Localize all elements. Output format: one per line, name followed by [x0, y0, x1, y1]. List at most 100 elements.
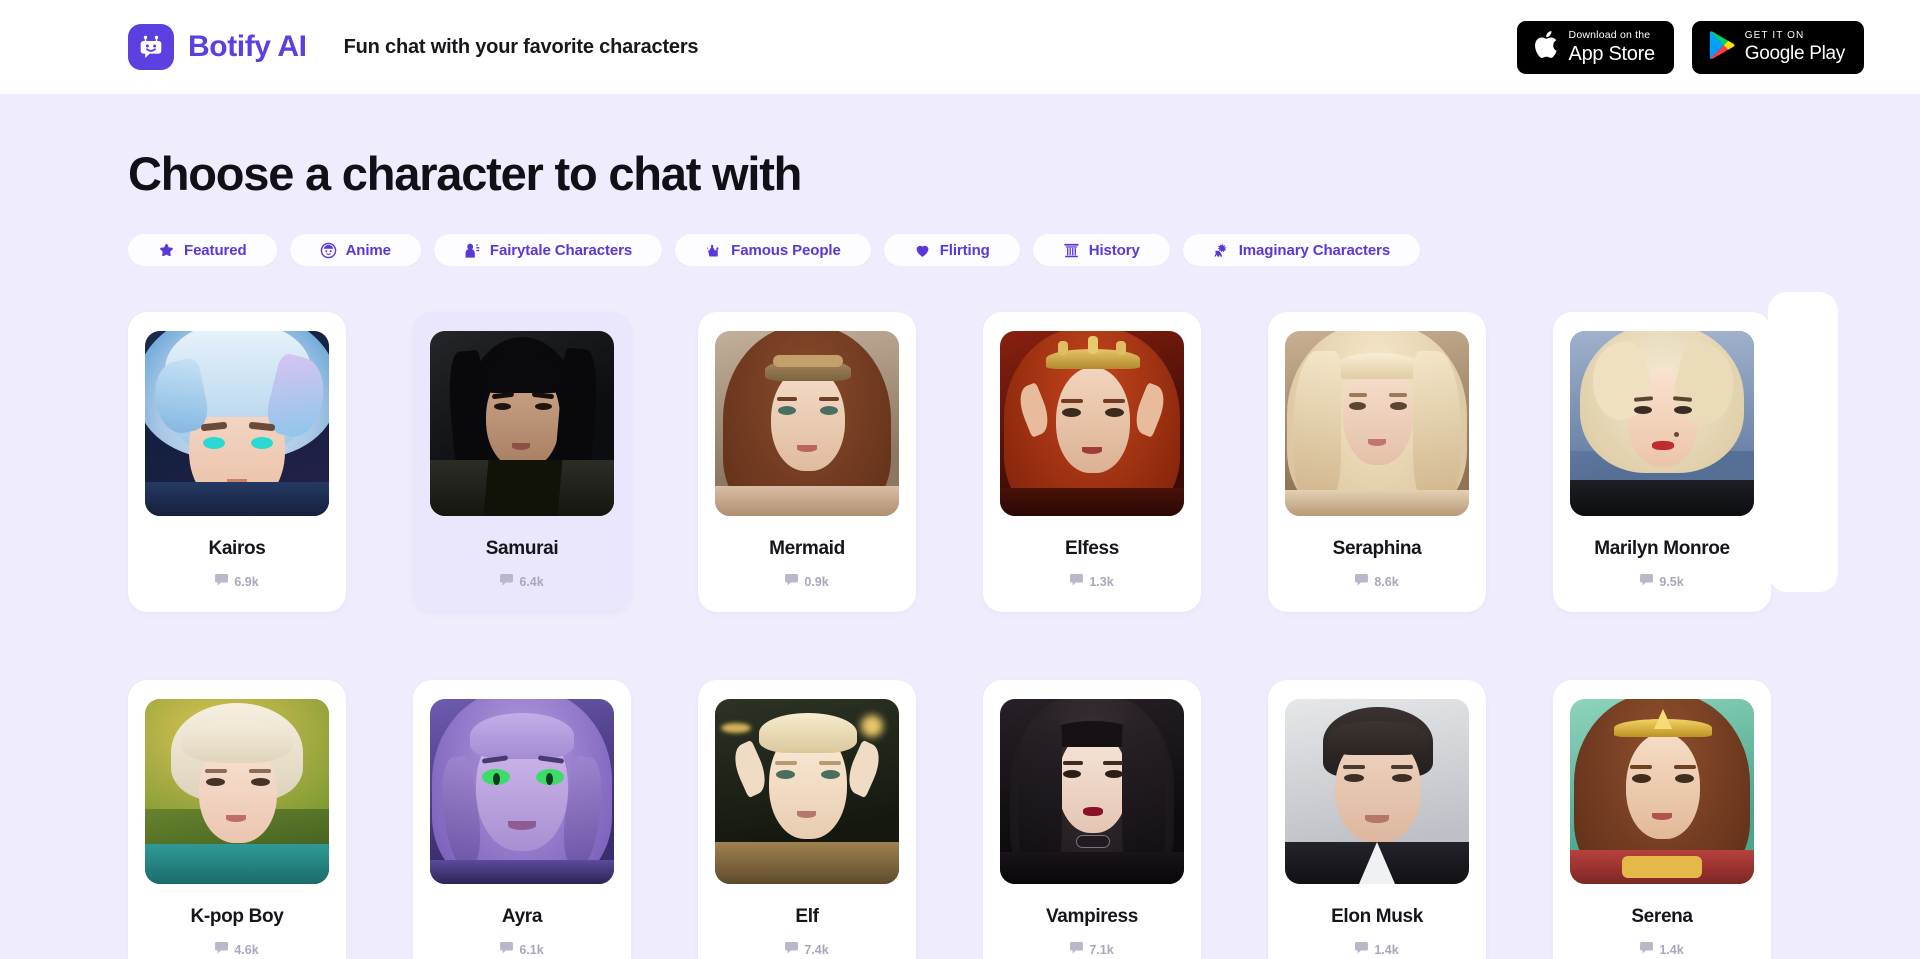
chat-count-value: 6.9k: [234, 574, 259, 589]
tab-label: Fairytale Characters: [489, 241, 633, 259]
character-name: Seraphina: [1332, 538, 1422, 559]
chat-bubble-icon: [1640, 942, 1654, 957]
character-avatar: [715, 699, 899, 884]
google-play-button[interactable]: GET IT ON Google Play: [1691, 20, 1864, 74]
character-avatar: [430, 699, 614, 884]
character-card[interactable]: Samurai 6.4k: [413, 312, 631, 612]
chat-count-value: 9.5k: [1659, 574, 1684, 589]
site-tagline: Fun chat with your favorite characters: [343, 35, 699, 58]
character-card[interactable]: Elon Musk 1.4k: [1268, 680, 1486, 959]
character-card[interactable]: Elf 7.4k: [698, 680, 916, 959]
chat-bubble-icon: [500, 574, 514, 589]
chat-count: 9.5k: [1640, 574, 1684, 589]
character-name: Elfess: [1065, 538, 1119, 559]
brand-logo[interactable]: Botify AI: [128, 24, 307, 70]
character-card[interactable]: Marilyn Monroe 9.5k: [1553, 312, 1771, 612]
character-card[interactable]: Seraphina 8.6k: [1268, 312, 1486, 612]
character-name: Samurai: [485, 538, 559, 559]
main-content: Choose a character to chat with Featured…: [0, 146, 1920, 959]
character-name: Elon Musk: [1331, 906, 1423, 927]
chat-count: 7.4k: [785, 942, 829, 957]
heart-icon: [914, 242, 931, 259]
tab-famous-people[interactable]: Famous People: [675, 234, 871, 266]
category-tabs: Featured Anime Fairytale Characters Famous …: [128, 234, 1920, 266]
character-card[interactable]: Vampiress 7.1k: [983, 680, 1201, 959]
app-store-button[interactable]: Download on the App Store: [1516, 20, 1674, 74]
chat-bubble-icon: [785, 574, 799, 589]
character-avatar: [430, 331, 614, 516]
character-name: Serena: [1631, 906, 1693, 927]
chat-bubble-icon: [1070, 574, 1084, 589]
chat-bubble-icon: [1640, 574, 1654, 589]
character-avatar: [715, 331, 899, 516]
character-avatar: [145, 699, 329, 884]
google-play-icon: [1708, 30, 1735, 65]
character-grid: Kairos 6.9k Samurai 6.4k Mermaid 0.9k El…: [128, 312, 1908, 959]
chat-count: 6.9k: [215, 574, 259, 589]
store-badges: Download on the App Store GET IT ON Goog…: [1516, 20, 1864, 74]
robot-chat-bubble-icon: [128, 24, 174, 70]
character-card[interactable]: K-pop Boy 4.6k: [128, 680, 346, 959]
chat-bubble-icon: [1070, 942, 1084, 957]
app-store-label: App Store: [1568, 42, 1656, 65]
chat-count-value: 1.3k: [1089, 574, 1114, 589]
google-play-caption: GET IT ON: [1744, 30, 1805, 41]
app-store-caption: Download on the: [1568, 29, 1651, 42]
chat-count: 4.6k: [215, 942, 259, 957]
page-root: Botify AI Fun chat with your favorite ch…: [0, 0, 1920, 959]
chat-bubble-icon: [215, 574, 229, 589]
card-partial-offscreen[interactable]: [1768, 292, 1838, 592]
character-card[interactable]: Mermaid 0.9k: [698, 312, 916, 612]
star-icon: [158, 242, 175, 259]
character-name: Elf: [795, 906, 819, 927]
google-play-label: Google Play: [1744, 43, 1846, 64]
tab-label: Anime: [345, 241, 391, 259]
chat-count: 8.6k: [1355, 574, 1399, 589]
chat-count: 6.1k: [500, 942, 544, 957]
chat-count-value: 8.6k: [1374, 574, 1399, 589]
tab-imaginary-characters[interactable]: Imaginary Characters: [1182, 234, 1421, 266]
tab-label: Imaginary Characters: [1238, 241, 1391, 259]
crown-icon: [705, 242, 722, 259]
character-card[interactable]: Elfess 1.3k: [983, 312, 1201, 612]
chat-count-value: 7.4k: [804, 942, 829, 957]
character-card[interactable]: Kairos 6.9k: [128, 312, 346, 612]
chat-count-value: 6.1k: [519, 942, 544, 957]
character-name: K-pop Boy: [190, 906, 284, 927]
chat-count: 0.9k: [785, 574, 829, 589]
chat-count: 1.3k: [1070, 574, 1114, 589]
character-avatar: [1285, 699, 1469, 884]
chat-bubble-icon: [1355, 574, 1369, 589]
chat-count: 6.4k: [500, 574, 544, 589]
chat-bubble-icon: [215, 942, 229, 957]
character-name: Mermaid: [769, 538, 845, 559]
tab-featured[interactable]: Featured: [128, 234, 277, 266]
chat-bubble-icon: [785, 942, 799, 957]
chat-count-value: 1.4k: [1374, 942, 1399, 957]
character-card[interactable]: Ayra 6.1k: [413, 680, 631, 959]
character-name: Kairos: [208, 538, 266, 559]
chat-bubble-icon: [1355, 942, 1369, 957]
tab-flirting[interactable]: Flirting: [883, 234, 1020, 266]
chat-count-value: 4.6k: [234, 942, 259, 957]
tab-label: Flirting: [939, 241, 990, 259]
chat-count: 7.1k: [1070, 942, 1114, 957]
character-name: Marilyn Monroe: [1594, 538, 1730, 559]
apple-icon: [1533, 29, 1559, 65]
tab-anime[interactable]: Anime: [289, 234, 421, 266]
site-header: Botify AI Fun chat with your favorite ch…: [0, 0, 1920, 94]
character-avatar: [1570, 699, 1754, 884]
character-avatar: [145, 331, 329, 516]
pegasus-icon: [1213, 242, 1230, 259]
column-pillar-icon: [1063, 242, 1080, 259]
character-name: Ayra: [501, 906, 543, 927]
character-card[interactable]: Serena 1.4k: [1553, 680, 1771, 959]
character-avatar: [1000, 699, 1184, 884]
chat-count-value: 1.4k: [1659, 942, 1684, 957]
chat-bubble-icon: [500, 942, 514, 957]
brand-name: Botify AI: [188, 30, 307, 63]
tab-history[interactable]: History: [1032, 234, 1170, 266]
tab-label: Featured: [184, 241, 247, 259]
tab-fairytale-characters[interactable]: Fairytale Characters: [433, 234, 663, 266]
chat-count: 1.4k: [1355, 942, 1399, 957]
